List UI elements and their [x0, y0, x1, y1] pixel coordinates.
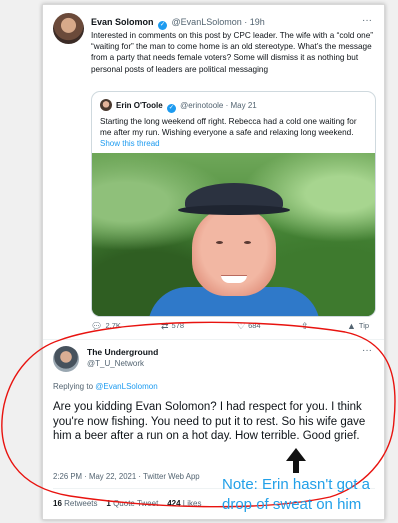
tweet-actions: 💬︎ 2.7K ⇄ 578 ♡ 684 ⇧ ▲ Tip [91, 321, 374, 333]
reply-timestamp[interactable]: 2:26 PM · May 22, 2021 · Twitter Web App [53, 472, 200, 481]
annotation-note: Note: Erin hasn't got a drop of sweat on… [222, 475, 370, 515]
tweet-header: Evan Solomon ✓ @EvanLSolomon · 19h [91, 17, 265, 30]
retweet-count: 578 [171, 321, 185, 330]
verified-badge-icon: ✓ [158, 21, 168, 30]
reply-count: 2.7K [105, 321, 121, 330]
retweet-icon: ⇄ [161, 321, 169, 331]
tweet-text: Interested in comments on this post by C… [91, 31, 374, 74]
share-icon: ⇧ [301, 321, 309, 331]
heart-icon: ♡ [237, 321, 246, 331]
quoted-tweet-text: Starting the long weekend off right. Reb… [100, 117, 357, 137]
quoted-tweet-header: Erin O'Toole ✓ @erinotoole · May 21 [116, 101, 257, 113]
reply-author-handle[interactable]: @T_U_Network [87, 359, 144, 368]
photo-eye [244, 241, 251, 244]
reply-text: Are you kidding Evan Solomon? I had resp… [53, 401, 366, 443]
quoted-author-name: Erin O'Toole [116, 101, 163, 110]
photo-mouth [221, 275, 247, 283]
replying-mention-link[interactable]: @EvanLSolomon [95, 382, 157, 391]
screenshot-frame: Evan Solomon ✓ @EvanLSolomon · 19h ··· I… [42, 4, 385, 520]
reply-stats: 16 Retweets 1 Quote Tweet 424 Likes [53, 499, 201, 508]
photo-eye [216, 241, 223, 244]
annotation-note-line2: drop of sweat on him [222, 496, 362, 513]
tip-label: Tip [358, 321, 370, 330]
retweets-stat[interactable]: 16 Retweets [53, 499, 98, 508]
author-name[interactable]: Evan Solomon [91, 17, 154, 27]
tweet-time[interactable]: 19h [250, 17, 265, 27]
replying-prefix: Replying to [53, 382, 94, 391]
like-count: 684 [248, 321, 261, 330]
reply-button[interactable]: 💬︎ 2.7K [91, 321, 121, 332]
author-handle[interactable]: @EvanLSolomon [172, 17, 242, 27]
retweet-button[interactable]: ⇄ 578 [161, 321, 184, 332]
quote-tweets-stat[interactable]: 1 Quote Tweet [106, 499, 158, 508]
more-dots-icon[interactable]: ··· [362, 345, 372, 356]
like-button[interactable]: ♡ 684 [237, 321, 261, 332]
photo-cap-brim [178, 205, 290, 215]
avatar [100, 99, 112, 111]
replying-to: Replying to @EvanLSolomon [53, 382, 158, 391]
tweet-photo[interactable] [92, 153, 375, 316]
likes-stat[interactable]: 424 Likes [167, 499, 201, 508]
avatar[interactable] [53, 13, 84, 44]
show-thread-link[interactable]: Show this thread [100, 139, 160, 148]
divider [43, 339, 384, 340]
tip-button[interactable]: ▲ Tip [347, 321, 369, 331]
share-button[interactable]: ⇧ [301, 321, 312, 332]
quoted-tweet[interactable]: Erin O'Toole ✓ @erinotoole · May 21 Star… [91, 91, 376, 317]
reply-icon: 💬︎ [91, 321, 103, 331]
tip-icon: ▲ [347, 321, 356, 331]
reply-author-name[interactable]: The Underground [87, 347, 158, 357]
quoted-date: May 21 [230, 101, 257, 110]
verified-badge-icon: ✓ [166, 104, 176, 113]
quoted-author-handle: @erinotoole [180, 101, 224, 110]
more-dots-icon[interactable]: ··· [362, 15, 372, 26]
annotation-note-line1: Note: Erin hasn't got a [222, 476, 370, 493]
avatar[interactable] [53, 346, 79, 372]
